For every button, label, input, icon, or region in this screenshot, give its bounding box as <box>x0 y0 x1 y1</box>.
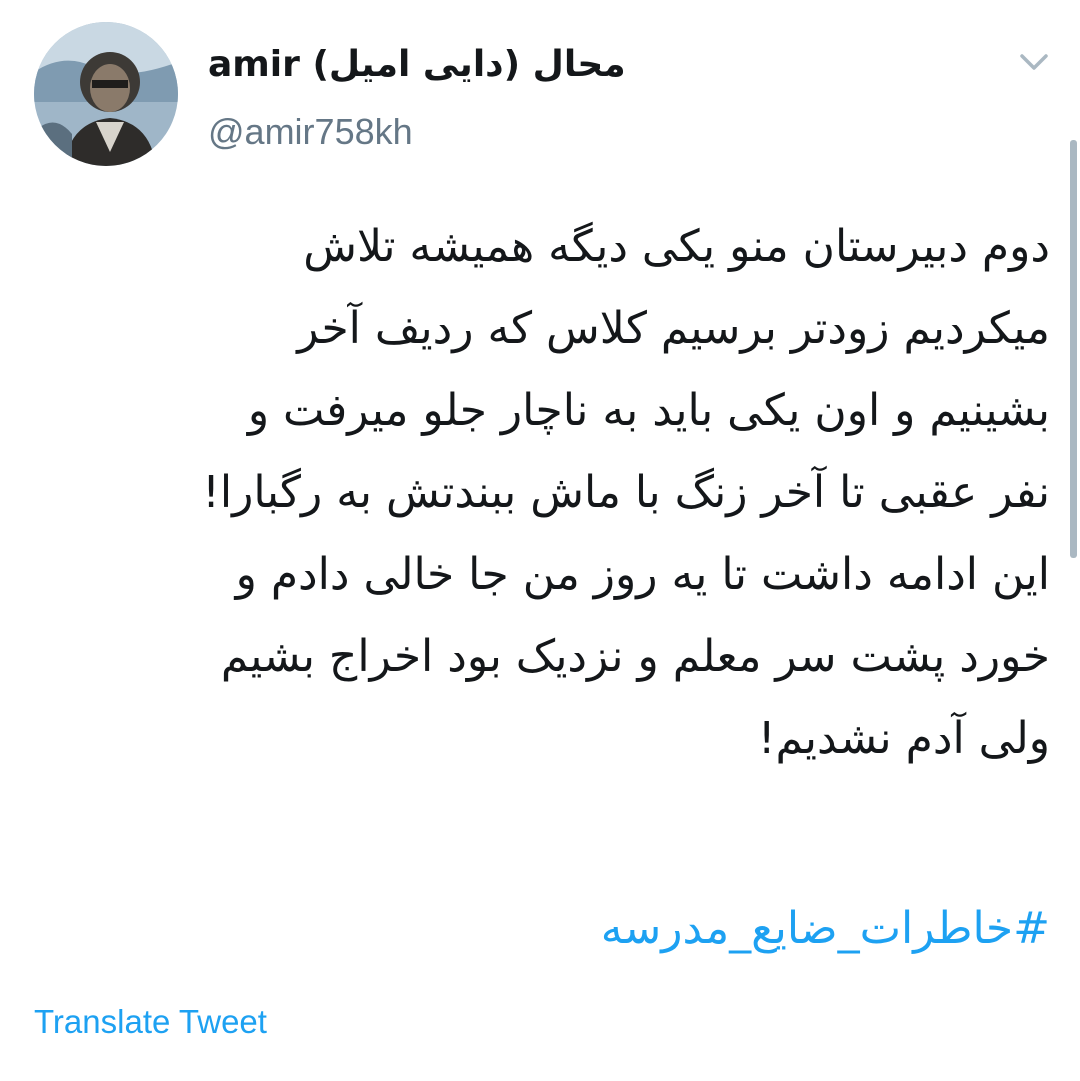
author-display-name[interactable]: محال (دایی امیل) amir <box>208 42 626 88</box>
avatar[interactable] <box>34 22 178 166</box>
chevron-down-icon[interactable] <box>1014 46 1054 80</box>
hashtag-link[interactable]: #خاطرات_ضایع_مدرسه <box>60 888 1050 970</box>
translate-tweet-link[interactable]: Translate Tweet <box>34 1000 267 1044</box>
tweet-text-line: نفر عقبی تا آخر زنگ با ماش ببندتش به رگب… <box>202 467 1050 518</box>
tweet-text-line: میکردیم زودتر برسیم کلاس که ردیف آخر <box>297 303 1050 354</box>
tweet-text-line: دوم دبیرستان منو یکی دیگه همیشه تلاش <box>303 221 1050 272</box>
tweet-text: دوم دبیرستان منو یکی دیگه همیشه تلاش میک… <box>60 206 1050 780</box>
tweet-text-line: بشینیم و اون یکی باید به ناچار جلو میرفت… <box>247 385 1050 436</box>
tweet-text-line: خورد پشت سر معلم و نزدیک بود اخراج بشیم <box>220 631 1050 682</box>
avatar-photo <box>34 22 178 166</box>
scrollbar[interactable] <box>1070 140 1077 558</box>
tweet-text-line: این ادامه داشت تا یه روز من جا خالی دادم… <box>235 549 1050 600</box>
tweet-text-line: ولی آدم نشدیم! <box>757 713 1050 764</box>
author-handle[interactable]: @amir758kh <box>208 110 413 154</box>
